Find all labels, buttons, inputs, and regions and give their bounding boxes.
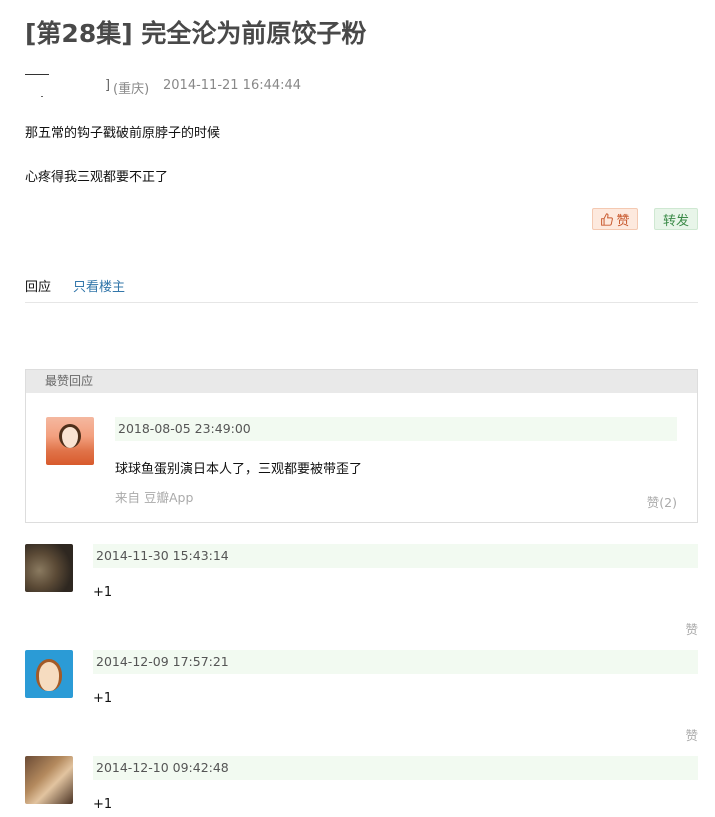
reply-text: 球球鱼蛋别演日本人了，三观都要被带歪了 bbox=[115, 462, 363, 477]
tab-op-only[interactable]: 只看楼主 bbox=[73, 276, 125, 295]
author-location: (重庆) bbox=[113, 82, 150, 97]
list-item: 2014-11-30 15:43:14 +1 赞 bbox=[25, 544, 698, 644]
reply-source: 来自 豆瓣App bbox=[115, 490, 194, 505]
post-paragraph: 那五常的钩子戳破前原脖子的时候 bbox=[25, 126, 221, 141]
repost-button[interactable]: 转发 bbox=[654, 208, 698, 230]
list-item: 2014-12-09 17:57:21 +1 赞 bbox=[25, 650, 698, 750]
list-item: 2014-12-10 09:42:48 +1 bbox=[25, 756, 698, 817]
avatar[interactable] bbox=[25, 650, 73, 698]
like-button[interactable]: 赞 bbox=[592, 208, 638, 230]
reply-text: +1 bbox=[93, 585, 113, 600]
post-paragraph: 心疼得我三观都要不正了 bbox=[25, 170, 169, 185]
divider bbox=[41, 96, 43, 97]
reply-tabs: 回应 只看楼主 bbox=[25, 276, 698, 303]
reply-like-link[interactable]: 赞 bbox=[685, 619, 698, 638]
author-avatar-placeholder bbox=[25, 74, 49, 75]
reply-meta: 2014-12-10 09:42:48 bbox=[93, 756, 698, 780]
reply-meta: 2014-11-30 15:43:14 bbox=[93, 544, 698, 568]
avatar-face-icon bbox=[59, 424, 81, 448]
thumbs-up-icon bbox=[601, 212, 614, 226]
reply-text: +1 bbox=[93, 691, 113, 706]
avatar[interactable] bbox=[46, 417, 94, 465]
reply-like-link[interactable]: 赞 bbox=[685, 725, 698, 744]
author-line: ] (重庆) 2014-11-21 16:44:44 bbox=[25, 74, 425, 98]
reply-meta: 2018-08-05 23:49:00 bbox=[115, 417, 677, 441]
post-title: [第28集] 完全沦为前原饺子粉 bbox=[25, 19, 367, 48]
reply-like-link[interactable]: 赞(2) bbox=[647, 492, 677, 511]
avatar-face-icon bbox=[36, 659, 62, 691]
avatar[interactable] bbox=[25, 756, 73, 804]
reply-meta: 2014-12-09 17:57:21 bbox=[93, 650, 698, 674]
author-name-bracket: ] bbox=[105, 78, 111, 93]
avatar[interactable] bbox=[25, 544, 73, 592]
post-timestamp: 2014-11-21 16:44:44 bbox=[163, 78, 302, 93]
tab-reply[interactable]: 回应 bbox=[25, 276, 51, 295]
like-label: 赞 bbox=[616, 213, 630, 229]
best-replies-section: 最赞回应 2018-08-05 23:49:00 球球鱼蛋别演日本人了，三观都要… bbox=[25, 369, 698, 523]
best-replies-header: 最赞回应 bbox=[26, 370, 697, 393]
reply-text: +1 bbox=[93, 797, 113, 812]
